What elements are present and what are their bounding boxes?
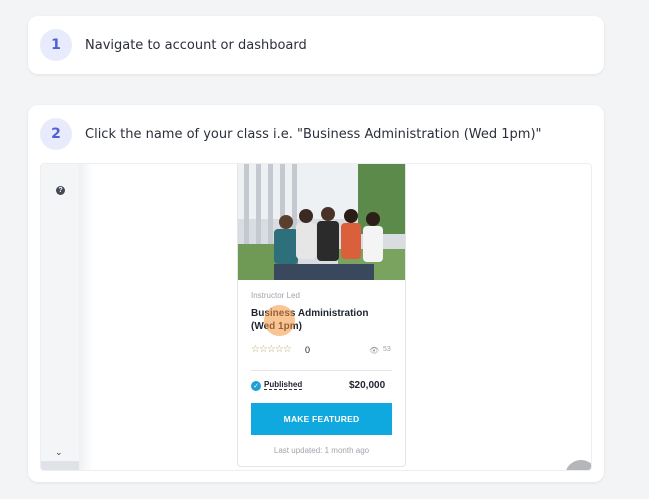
status-badge[interactable]: Published bbox=[264, 380, 303, 390]
step-instruction: Navigate to account or dashboard bbox=[85, 37, 307, 53]
rating-stars: ☆☆☆☆☆ bbox=[251, 344, 292, 355]
course-price: $20,000 bbox=[349, 380, 386, 391]
check-circle-icon: ✓ bbox=[251, 381, 261, 391]
step-card-2: 2 Click the name of your class i.e. "Bus… bbox=[28, 105, 604, 482]
sidebar-shadow bbox=[79, 164, 93, 470]
sidebar-footer bbox=[41, 461, 79, 470]
click-indicator bbox=[264, 305, 295, 336]
zoom-in-icon[interactable]: ⊕ bbox=[574, 469, 584, 470]
zoom-controls: ⊕ ⊖ bbox=[565, 460, 591, 470]
question-circle-icon[interactable]: ? bbox=[56, 186, 65, 195]
chevron-down-icon[interactable]: ⌄ bbox=[55, 447, 63, 458]
step-number-badge: 2 bbox=[40, 118, 72, 150]
eye-icon: 👁 bbox=[369, 346, 380, 355]
step-header: 1 Navigate to account or dashboard bbox=[28, 16, 604, 74]
last-updated-text: Last updated: 1 month ago bbox=[273, 446, 370, 455]
step-instruction: Click the name of your class i.e. "Busin… bbox=[85, 126, 542, 142]
step-card-1: 1 Navigate to account or dashboard bbox=[28, 16, 604, 74]
step-screenshot: ? ⌄ Instructor Led Administration (Wed ☆… bbox=[40, 163, 592, 471]
course-image bbox=[238, 164, 405, 280]
step-header: 2 Click the name of your class i.e. "Bus… bbox=[28, 105, 604, 163]
app-sidebar: ? ⌄ bbox=[41, 164, 80, 470]
course-card[interactable]: Instructor Led Business Administration (… bbox=[237, 164, 406, 467]
make-featured-button[interactable]: MAKE FEATURED bbox=[251, 403, 392, 435]
view-count: 53 bbox=[383, 346, 391, 353]
course-type-label: Instructor Led bbox=[251, 291, 300, 300]
card-divider bbox=[251, 370, 392, 371]
step-number-badge: 1 bbox=[40, 29, 72, 61]
rating-count: 0 bbox=[305, 345, 311, 355]
